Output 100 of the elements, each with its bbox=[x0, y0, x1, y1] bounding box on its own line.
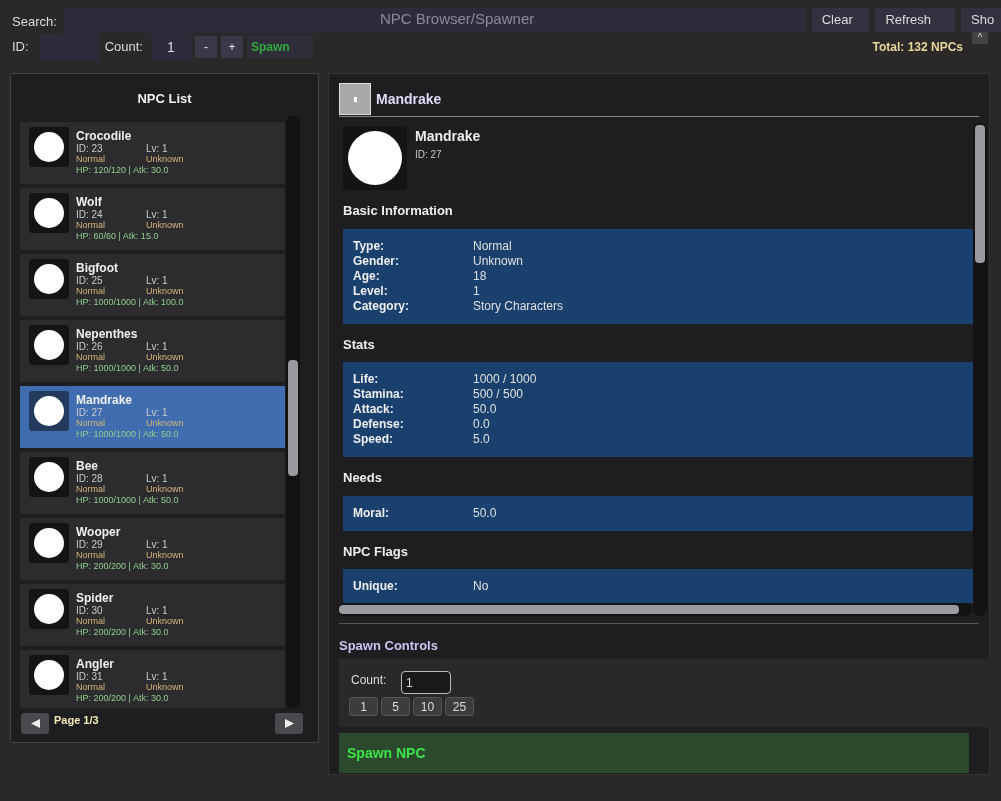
npc-level: Lv: 1 bbox=[146, 407, 168, 418]
left-arrow-icon bbox=[30, 719, 40, 728]
field-label: Unique: bbox=[353, 579, 399, 594]
show-button[interactable]: Sho bbox=[961, 8, 1001, 32]
field-value: Story Characters bbox=[473, 298, 564, 314]
field-value: No bbox=[473, 579, 489, 594]
collapse-button[interactable]: ^ bbox=[972, 32, 988, 44]
clear-button[interactable]: Clear bbox=[811, 8, 870, 32]
details-title: Mandrake bbox=[376, 89, 442, 109]
field-value: Normal bbox=[473, 238, 512, 254]
scrollbar[interactable] bbox=[973, 123, 987, 616]
npc-avatar-icon bbox=[29, 391, 69, 431]
npc-list-item[interactable]: Nepenthes ID: 26 Lv: 1 Normal Unknown HP: 1000/1000 | Atk: 50.0 bbox=[20, 320, 285, 382]
npc-type: Normal bbox=[76, 286, 106, 297]
npc-stats: HP: 120/120 | Atk: 30.0 bbox=[76, 165, 170, 176]
npc-stats: HP: 1000/1000 | Atk: 50.0 bbox=[76, 363, 180, 374]
npc-type: Normal bbox=[76, 550, 106, 561]
page-indicator: Page 1/3 bbox=[54, 713, 99, 728]
previous-page-button[interactable] bbox=[21, 713, 49, 734]
npc-gender: Unknown bbox=[146, 220, 184, 231]
scrollbar[interactable] bbox=[286, 116, 300, 709]
minus-button[interactable]: - bbox=[194, 36, 217, 58]
npc-avatar-icon bbox=[29, 193, 69, 233]
npc-type: Normal bbox=[76, 352, 106, 363]
field-value: 5.0 bbox=[473, 432, 490, 447]
npc-type: Normal bbox=[76, 616, 106, 627]
count-label: Count: bbox=[351, 672, 387, 689]
npc-list-item[interactable]: Bigfoot ID: 25 Lv: 1 Normal Unknown HP: 1000/1000 | Atk: 100.0 bbox=[20, 254, 285, 316]
field-value: Unknown bbox=[473, 253, 524, 269]
field-value: 18 bbox=[473, 268, 487, 284]
npc-level: Lv: 1 bbox=[146, 143, 168, 154]
field-label: Speed: bbox=[353, 432, 394, 447]
npc-list-item[interactable]: Angler ID: 31 Lv: 1 Normal Unknown HP: 200/200 | Atk: 30.0 bbox=[20, 650, 285, 708]
count-preset-button[interactable]: 10 bbox=[413, 697, 442, 716]
npc-id: ID: 23 bbox=[76, 143, 104, 154]
field-label: Age: bbox=[353, 268, 381, 284]
field-label: Attack: bbox=[353, 402, 395, 417]
npc-list-item[interactable]: Mandrake ID: 27 Lv: 1 Normal Unknown HP: 1000/1000 | Atk: 50.0 bbox=[20, 386, 285, 448]
npc-stats: HP: 60/60 | Atk: 15.0 bbox=[76, 231, 160, 242]
id-label: ID: bbox=[12, 38, 29, 57]
npc-list-item[interactable]: Wooper ID: 29 Lv: 1 Normal Unknown HP: 200/200 | Atk: 30.0 bbox=[20, 518, 285, 580]
npc-list-item[interactable]: Wolf ID: 24 Lv: 1 Normal Unknown HP: 60/60 | Atk: 15.0 bbox=[20, 188, 285, 250]
npc-name: Wolf bbox=[76, 196, 103, 209]
npc-id: ID: 26 bbox=[76, 341, 104, 352]
npc-gender: Unknown bbox=[146, 616, 184, 627]
spawn-npc-button[interactable]: Spawn NPC bbox=[339, 733, 969, 773]
count-label: Count: bbox=[104, 38, 143, 57]
npc-level: Lv: 1 bbox=[146, 341, 168, 352]
search-label: Search: bbox=[12, 13, 57, 31]
count-preset-button[interactable]: 5 bbox=[381, 697, 410, 716]
npc-id: ID: 27 bbox=[76, 407, 104, 418]
npc-name: Mandrake bbox=[415, 127, 481, 146]
count-preset-button[interactable]: 25 bbox=[445, 697, 474, 716]
npc-gender: Unknown bbox=[146, 550, 184, 561]
field-label: Level: bbox=[353, 283, 389, 299]
npc-name: Bee bbox=[76, 460, 99, 473]
field-label: Defense: bbox=[353, 417, 405, 432]
plus-button[interactable]: + bbox=[220, 36, 243, 58]
npc-gender: Unknown bbox=[146, 418, 184, 429]
npc-stats: HP: 200/200 | Atk: 30.0 bbox=[76, 561, 170, 572]
field-label: Type: bbox=[353, 238, 386, 254]
npc-list-item[interactable]: Crocodile ID: 23 Lv: 1 Normal Unknown HP: 120/120 | Atk: 30.0 bbox=[20, 122, 285, 184]
npc-name: Spider bbox=[76, 592, 115, 605]
npc-type: Normal bbox=[76, 418, 106, 429]
npc-list-item[interactable]: Bee ID: 28 Lv: 1 Normal Unknown HP: 1000/1000 | Atk: 50.0 bbox=[20, 452, 285, 514]
npc-id: ID: 29 bbox=[76, 539, 104, 550]
field-value: 50.0 bbox=[473, 505, 497, 521]
count-preset-button[interactable]: 1 bbox=[349, 697, 378, 716]
section-title: Basic Information bbox=[343, 202, 454, 220]
field-value: 1000 / 1000 bbox=[473, 372, 537, 387]
npc-gender: Unknown bbox=[146, 352, 184, 363]
npc-id: ID: 25 bbox=[76, 275, 104, 286]
npc-level: Lv: 1 bbox=[146, 209, 168, 220]
npc-name: Angler bbox=[76, 658, 115, 671]
field-value: 0.0 bbox=[473, 417, 490, 432]
npc-id: ID: 24 bbox=[76, 209, 104, 220]
field-label: Life: bbox=[353, 372, 380, 387]
field-label: Gender: bbox=[353, 253, 400, 269]
field-label: Stamina: bbox=[353, 387, 405, 402]
count-field[interactable]: 1 bbox=[150, 34, 191, 60]
panel-title: NPC List bbox=[136, 90, 193, 108]
npc-id: ID: 30 bbox=[76, 605, 104, 616]
spawn-button[interactable]: Spawn bbox=[246, 36, 313, 58]
field-value: 1 bbox=[473, 283, 480, 299]
npc-name: Nepenthes bbox=[76, 328, 139, 341]
npc-level: Lv: 1 bbox=[146, 671, 168, 682]
npc-list-item[interactable]: Spider ID: 30 Lv: 1 Normal Unknown HP: 200/200 | Atk: 30.0 bbox=[20, 584, 285, 646]
npc-level: Lv: 1 bbox=[146, 605, 168, 616]
window-title: NPC Browser/Spawner bbox=[380, 9, 535, 29]
npc-name: Bigfoot bbox=[76, 262, 119, 275]
count-field[interactable]: 1 bbox=[401, 671, 451, 694]
refresh-button[interactable]: Refresh bbox=[875, 8, 955, 32]
scrollbar[interactable] bbox=[338, 603, 972, 616]
field-label: Moral: bbox=[353, 505, 390, 521]
section-title: Stats bbox=[343, 335, 376, 354]
npc-stats: HP: 1000/1000 | Atk: 100.0 bbox=[76, 297, 184, 308]
npc-avatar-icon bbox=[29, 127, 69, 167]
npc-avatar-icon bbox=[29, 259, 69, 299]
npc-gender: Unknown bbox=[146, 484, 184, 495]
next-page-button[interactable] bbox=[275, 713, 303, 734]
